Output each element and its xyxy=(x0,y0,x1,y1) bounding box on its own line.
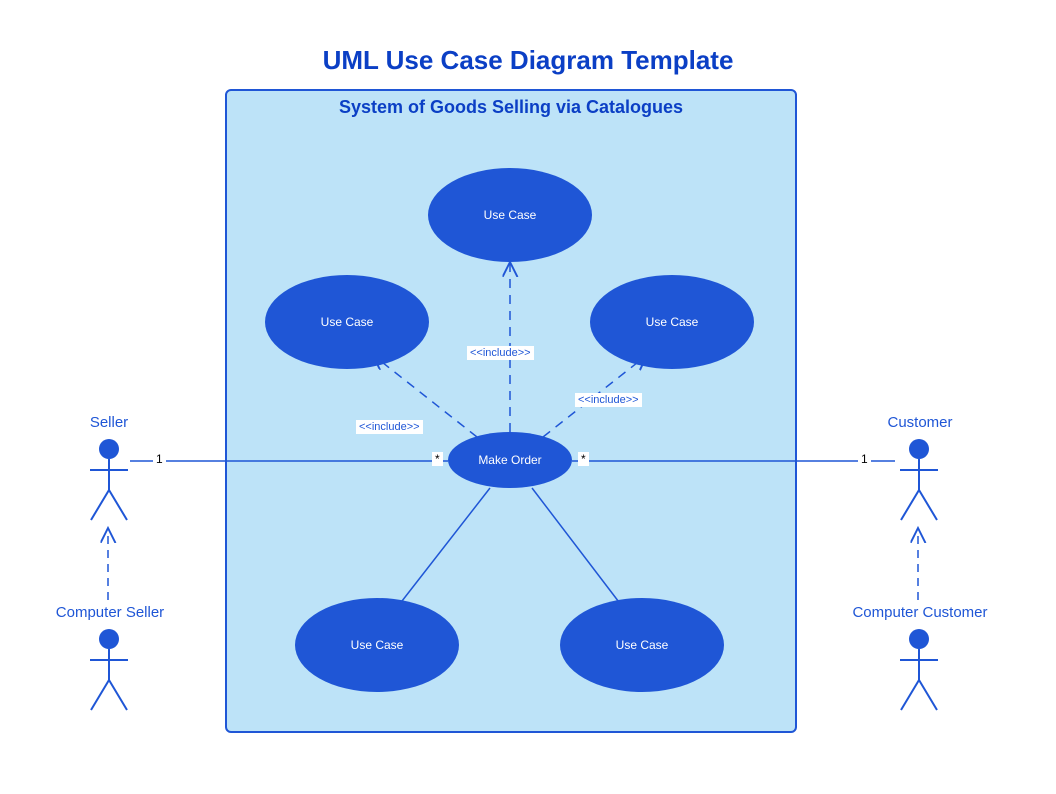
usecase-bottom-left: Use Case xyxy=(295,598,459,692)
actor-customer-icon xyxy=(896,438,942,524)
stereotype-include-center: <<include>> xyxy=(467,346,534,360)
actor-computer-customer-label: Computer Customer xyxy=(840,604,1000,621)
multiplicity-center-right-star: * xyxy=(578,452,589,466)
stereotype-include-left: <<include>> xyxy=(356,420,423,434)
stereotype-include-right: <<include>> xyxy=(575,393,642,407)
usecase-top: Use Case xyxy=(428,168,592,262)
actor-computer-seller-icon xyxy=(86,628,132,714)
multiplicity-center-left-star: * xyxy=(432,452,443,466)
actor-computer-seller-label: Computer Seller xyxy=(40,604,180,621)
actor-seller-icon xyxy=(86,438,132,524)
actor-customer-label: Customer xyxy=(870,414,970,431)
actor-seller-label: Seller xyxy=(74,414,144,431)
multiplicity-customer-1: 1 xyxy=(858,452,871,466)
usecase-top-left: Use Case xyxy=(265,275,429,369)
usecase-bottom-right: Use Case xyxy=(560,598,724,692)
usecase-top-right: Use Case xyxy=(590,275,754,369)
system-title: System of Goods Selling via Catalogues xyxy=(227,97,795,118)
usecase-make-order: Make Order xyxy=(448,432,572,488)
actor-computer-customer-icon xyxy=(896,628,942,714)
multiplicity-seller-1: 1 xyxy=(153,452,166,466)
diagram-title: UML Use Case Diagram Template xyxy=(0,45,1056,76)
